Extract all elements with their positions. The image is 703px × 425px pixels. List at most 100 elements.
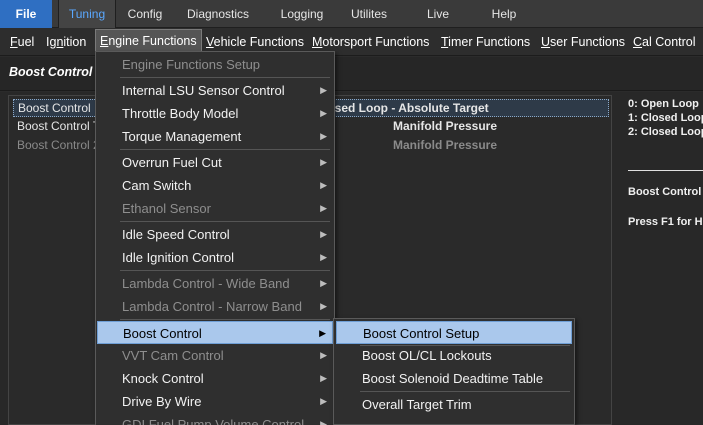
submenu-item-boost-solenoid-deadtime[interactable]: Boost Solenoid Deadtime Table — [336, 367, 572, 390]
menu-item-label: Knock Control — [122, 371, 204, 386]
label: otorsport Functions — [322, 35, 430, 49]
menu-item-cam-switch[interactable]: Cam Switch ▶ — [97, 174, 333, 197]
row-value[interactable]: losed Loop - Absolute Target — [324, 100, 489, 117]
menu-item-label: Idle Ignition Control — [122, 250, 235, 265]
chevron-right-icon: ▶ — [320, 180, 327, 190]
help-panel: 0: Open Loop 1: Closed Loop 2: Closed Lo… — [628, 97, 703, 139]
submenu-user-functions[interactable]: User Functions — [541, 28, 625, 56]
submenu-ignition[interactable]: Ignition — [46, 28, 86, 56]
chevron-right-icon: ▶ — [320, 252, 327, 262]
menu-item-label: Overrun Fuel Cut — [122, 155, 222, 170]
row-value[interactable]: Manifold Pressure — [393, 118, 497, 135]
menu-file[interactable]: File — [0, 0, 52, 28]
menu-item-label: Boost Control — [123, 326, 202, 341]
mnemonic: V — [206, 35, 214, 49]
menu-item-label: Lambda Control - Narrow Band — [122, 299, 302, 314]
menu-diagnostics[interactable]: Diagnostics — [186, 0, 250, 28]
label: ser Functions — [550, 35, 626, 49]
submenu-item-label: Boost Control Setup — [363, 326, 480, 341]
submenu-item-label: Boost Solenoid Deadtime Table — [362, 371, 544, 386]
label-prefix: Ig — [46, 35, 57, 49]
label: uel — [17, 35, 35, 49]
submenu-item-label: Overall Target Trim — [362, 397, 472, 412]
menu-separator — [120, 319, 330, 320]
chevron-right-icon: ▶ — [320, 85, 327, 95]
menu-item-ethanol-sensor: Ethanol Sensor ▶ — [97, 197, 333, 220]
row-value: Manifold Pressure — [393, 138, 498, 152]
menu-item-boost-control[interactable]: Boost Control ▶ — [97, 321, 333, 344]
mnemonic: F — [10, 35, 18, 49]
menu-config[interactable]: Config — [124, 0, 166, 28]
menu-item-label: GDI Fuel Pump Volume Control — [122, 417, 305, 425]
help-option: 1: Closed Loop — [628, 112, 703, 124]
label: al Control — [642, 35, 696, 49]
chevron-right-icon: ▶ — [320, 131, 327, 141]
chevron-right-icon: ▶ — [320, 396, 327, 406]
label: imer Functions — [448, 35, 531, 49]
help-title: Boost Control — [628, 186, 702, 198]
chevron-right-icon: ▶ — [320, 373, 327, 383]
chevron-right-icon: ▶ — [320, 229, 327, 239]
engine-functions-dropdown: Engine Functions Setup Internal LSU Sens… — [95, 51, 335, 425]
mnemonic: U — [541, 35, 551, 49]
menu-item-label: Lambda Control - Wide Band — [122, 276, 290, 291]
menu-item-label: Ethanol Sensor — [122, 201, 211, 216]
row-name: Boost Control T — [17, 119, 101, 133]
menu-item-knock-control[interactable]: Knock Control ▶ — [97, 367, 333, 390]
chevron-right-icon: ▶ — [320, 419, 327, 425]
menu-item-lambda-wide-band: Lambda Control - Wide Band ▶ — [97, 272, 333, 295]
menu-item-internal-lsu[interactable]: Internal LSU Sensor Control ▶ — [97, 79, 333, 102]
help-divider — [628, 170, 703, 171]
menu-utilites[interactable]: Utilites — [349, 0, 389, 28]
row-name: Boost Control I — [18, 101, 98, 115]
menu-item-overrun-fuel-cut[interactable]: Overrun Fuel Cut ▶ — [97, 151, 333, 174]
chevron-right-icon: ▶ — [319, 328, 326, 338]
chevron-right-icon: ▶ — [320, 301, 327, 311]
menu-item-label: Throttle Body Model — [122, 106, 239, 121]
submenu-fuel[interactable]: Fuel — [10, 28, 34, 56]
top-menu-bar: File Tuning Config Diagnostics Logging U… — [0, 0, 703, 49]
chevron-right-icon: ▶ — [320, 203, 327, 213]
menu-item-lambda-narrow-band: Lambda Control - Narrow Band ▶ — [97, 295, 333, 318]
menu-live-data[interactable]: Live Data — [413, 0, 463, 49]
menu-item-throttle-body-model[interactable]: Throttle Body Model ▶ — [97, 102, 333, 125]
menu-item-label: Drive By Wire — [122, 394, 202, 409]
mnemonic: C — [633, 35, 643, 49]
menu-logging[interactable]: Logging — [276, 0, 328, 28]
submenu-timer-functions[interactable]: Timer Functions — [441, 28, 530, 56]
menu-item-gdi-fuel-pump: GDI Fuel Pump Volume Control ▶ — [97, 413, 333, 425]
submenu-cal-control[interactable]: Cal Control — [633, 28, 696, 56]
menu-item-idle-ignition-control[interactable]: Idle Ignition Control ▶ — [97, 246, 333, 269]
submenu-item-boost-ol-cl-lockouts[interactable]: Boost OL/CL Lockouts — [336, 344, 572, 367]
menu-separator — [120, 149, 330, 150]
menu-item-label: VVT Cam Control — [122, 348, 224, 363]
menu-separator — [120, 221, 330, 222]
row-name: Boost Control 2 — [17, 138, 100, 152]
menu-separator — [120, 77, 330, 78]
chevron-right-icon: ▶ — [320, 350, 327, 360]
boost-control-submenu: Boost Control Setup Boost OL/CL Lockouts… — [333, 318, 575, 425]
submenu-item-overall-target-trim[interactable]: Overall Target Trim — [336, 393, 572, 416]
chevron-right-icon: ▶ — [320, 278, 327, 288]
menu-item-idle-speed-control[interactable]: Idle Speed Control ▶ — [97, 223, 333, 246]
menu-separator — [360, 391, 570, 392]
menu-item-engine-functions-setup: Engine Functions Setup — [97, 53, 333, 76]
submenu-item-boost-control-setup[interactable]: Boost Control Setup — [336, 321, 572, 344]
submenu-item-label: Boost OL/CL Lockouts — [362, 348, 492, 363]
chevron-right-icon: ▶ — [320, 157, 327, 167]
mnemonic: M — [312, 35, 323, 49]
label: ition — [63, 35, 87, 49]
menu-tuning[interactable]: Tuning — [58, 0, 116, 28]
page-title: Boost Control — [9, 65, 93, 79]
menu-item-drive-by-wire[interactable]: Drive By Wire ▶ — [97, 390, 333, 413]
menu-item-label: Engine Functions Setup — [122, 57, 261, 72]
menu-item-label: Internal LSU Sensor Control — [122, 83, 285, 98]
help-option: 2: Closed Loop — [628, 126, 703, 138]
chevron-right-icon: ▶ — [320, 108, 327, 118]
menu-help[interactable]: Help — [489, 0, 519, 28]
menu-separator — [120, 270, 330, 271]
menu-item-vvt-cam-control: VVT Cam Control ▶ — [97, 344, 333, 367]
menu-item-label: Torque Management — [122, 129, 242, 144]
menu-item-torque-management[interactable]: Torque Management ▶ — [97, 125, 333, 148]
help-option: 0: Open Loop — [628, 98, 699, 110]
